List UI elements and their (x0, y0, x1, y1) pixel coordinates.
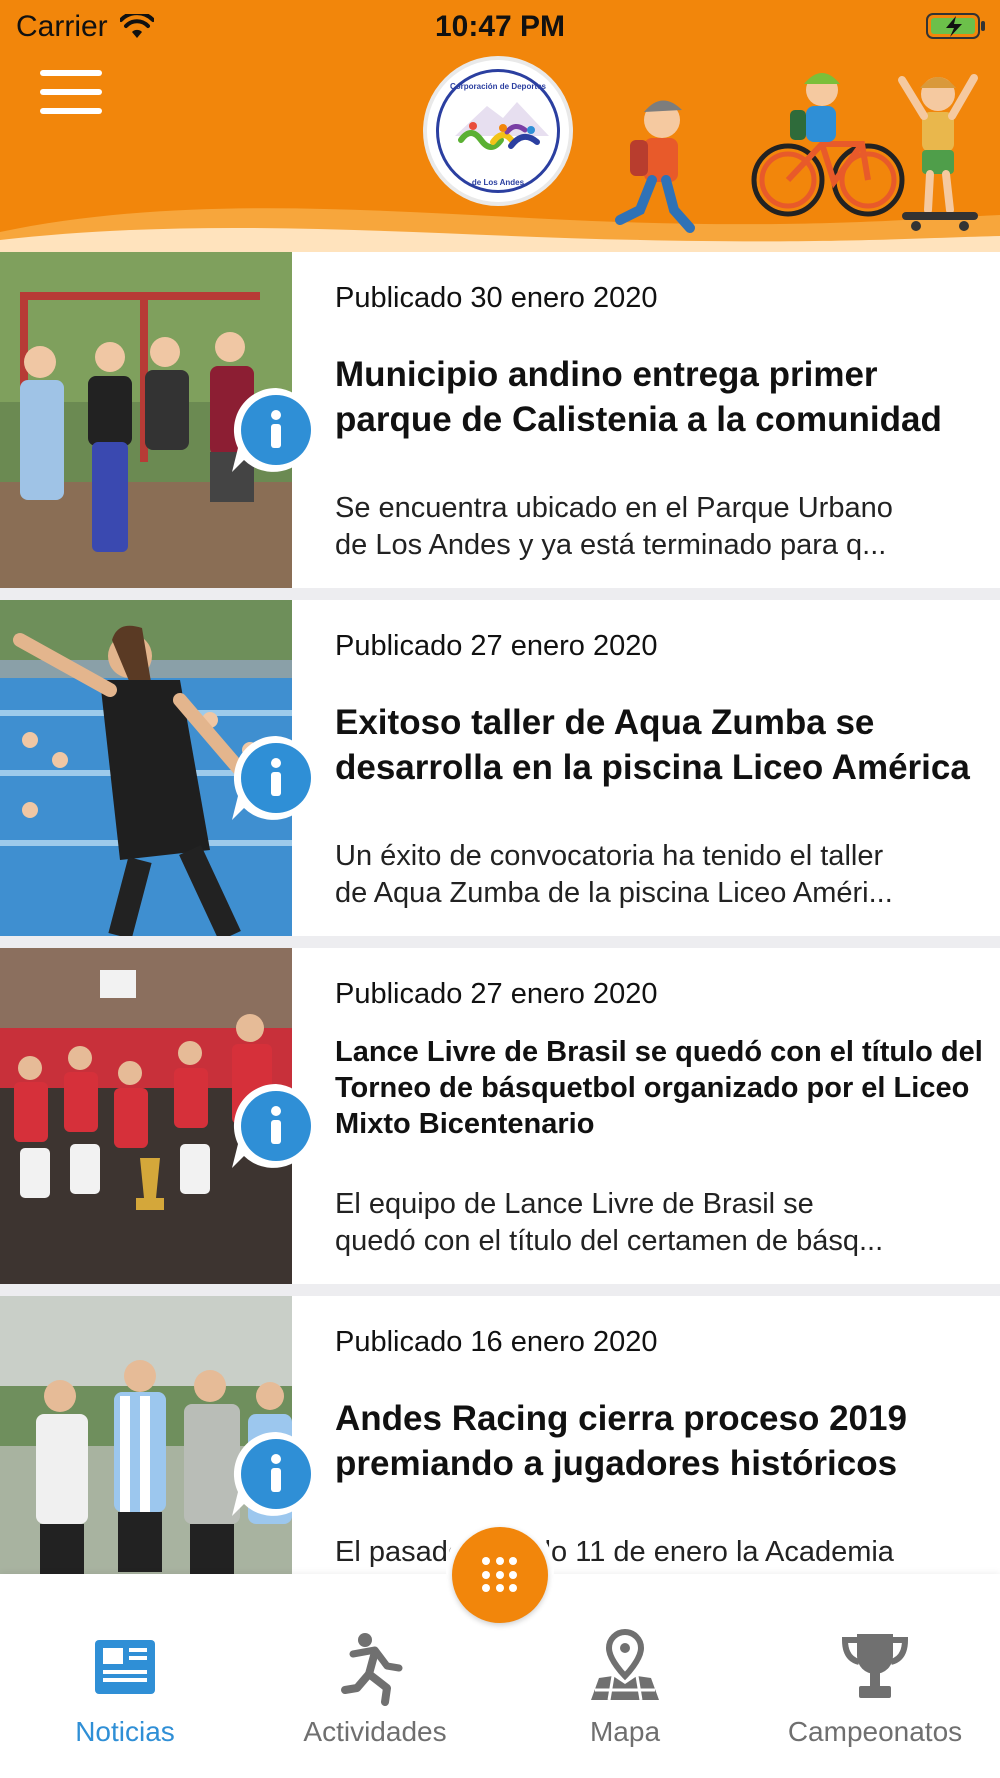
map-pin-icon (591, 1628, 659, 1701)
news-card[interactable]: Publicado 27 enero 2020 Exitoso taller d… (0, 600, 1000, 936)
news-title[interactable]: Lance Livre de Brasil se quedó con el tí… (335, 1034, 985, 1142)
grid-dots-icon (482, 1557, 518, 1593)
tab-label: Mapa (589, 1716, 661, 1747)
logo-mountain-figures (455, 102, 549, 150)
news-summary: El equipo de Lance Livre de Brasil se qu… (335, 1188, 884, 1257)
news-date: Publicado 30 enero 2020 (335, 282, 658, 314)
news-card[interactable]: Publicado 27 enero 2020 Lance Livre de B… (0, 948, 1000, 1284)
kids-sports-illustration (615, 73, 978, 233)
app-header: Carrier 10:47 PM Corporación de Deportes (0, 0, 1000, 252)
news-summary: Un éxito de convocatoria ha tenido el ta… (335, 840, 893, 909)
info-bubble-icon[interactable] (228, 382, 324, 478)
battery-charging-icon (926, 13, 985, 39)
news-date: Publicado 16 enero 2020 (335, 1326, 658, 1358)
news-title[interactable]: Exitoso taller de Aqua Zumba se desarrol… (335, 700, 985, 790)
news-summary: El pasado sábado 11 de enero la Academia (335, 1536, 894, 1568)
info-bubble-icon[interactable] (228, 730, 324, 826)
skater-kid-figure (898, 74, 978, 231)
tab-label: Campeonatos (787, 1716, 963, 1747)
news-feed[interactable]: Publicado 30 enero 2020 Municipio andino… (0, 252, 1000, 1574)
info-bubble-icon[interactable] (228, 1426, 324, 1522)
running-kid-figure (615, 100, 695, 233)
news-summary: Se encuentra ubicado en el Parque Urbano… (335, 492, 893, 561)
tab-label: Actividades (303, 1716, 447, 1747)
trophy-icon (841, 1634, 909, 1698)
info-bubble-icon[interactable] (228, 1078, 324, 1174)
tab-noticias[interactable]: Noticias (0, 1574, 250, 1778)
cyclist-kid-figure (751, 73, 905, 217)
status-bar: Carrier 10:47 PM (0, 0, 1000, 52)
logo-top-text: Corporación de Deportes (449, 82, 546, 91)
tab-label: Noticias (75, 1716, 175, 1747)
news-title[interactable]: Andes Racing cierra proceso 2019 premian… (335, 1396, 985, 1486)
menu-grid-button[interactable] (452, 1527, 548, 1623)
tab-campeonatos[interactable]: Campeonatos (750, 1574, 1000, 1778)
news-date: Publicado 27 enero 2020 (335, 630, 658, 662)
corporation-logo: Corporación de Deportes de Los Andes (423, 56, 573, 206)
logo-bottom-text: de Los Andes (471, 178, 525, 187)
news-card[interactable]: Publicado 30 enero 2020 Municipio andino… (0, 252, 1000, 588)
clock: 10:47 PM (434, 10, 566, 43)
news-title[interactable]: Municipio andino entrega primer parque d… (335, 352, 985, 442)
newspaper-icon (95, 1640, 155, 1694)
hamburger-menu-icon[interactable] (40, 70, 102, 118)
runner-icon (341, 1633, 403, 1706)
news-date: Publicado 27 enero 2020 (335, 978, 658, 1010)
